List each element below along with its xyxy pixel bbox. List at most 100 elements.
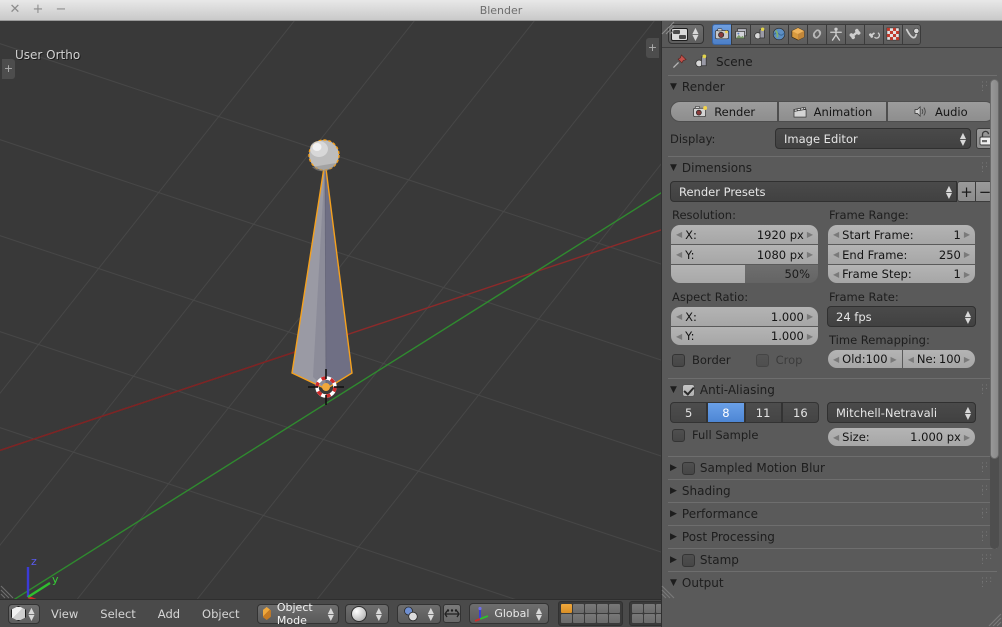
aspect-x-field[interactable]: ◀ X: 1.000 ▶	[670, 306, 819, 326]
audio-button[interactable]: Audio	[886, 101, 995, 122]
arrow-left-icon[interactable]: ◀	[908, 355, 914, 364]
layer-cell[interactable]	[644, 614, 656, 623]
full-sample-checkbox[interactable]	[672, 428, 685, 442]
pin-icon[interactable]	[672, 54, 687, 69]
animation-button[interactable]: Animation	[778, 101, 887, 122]
tab-constraints[interactable]	[807, 23, 826, 45]
panel-header-stamp[interactable]: ▶ Stamp ::::	[662, 549, 1002, 571]
layer-cell[interactable]	[609, 604, 621, 613]
time-remap-old-field[interactable]: ◀ Old: 100 ▶	[827, 349, 903, 369]
layer-cell[interactable]	[632, 604, 644, 613]
arrow-right-icon[interactable]: ▶	[964, 355, 970, 364]
grip-dots-icon[interactable]: ::::	[981, 553, 995, 567]
grip-dots-icon[interactable]: ::::	[981, 576, 995, 590]
sampled-motion-blur-checkbox[interactable]	[681, 461, 695, 475]
tab-texture[interactable]	[883, 23, 902, 45]
tab-physics[interactable]	[902, 23, 921, 45]
menu-view[interactable]: View	[40, 607, 89, 621]
layer-cell[interactable]	[561, 614, 573, 623]
tab-render[interactable]	[712, 23, 731, 45]
aa-filter-dropdown[interactable]: Mitchell-Netravali ▲ ▼	[827, 402, 976, 423]
panel-header-render[interactable]: ▼ Render ::::	[662, 76, 1002, 98]
frame-rate-dropdown[interactable]: 24 fps ▲ ▼	[827, 306, 976, 327]
render-presets-dropdown[interactable]: Render Presets ▲ ▼	[670, 181, 957, 202]
arrow-right-icon[interactable]: ▶	[807, 332, 813, 341]
panel-header-shading[interactable]: ▶ Shading ::::	[662, 480, 1002, 502]
layer-cell[interactable]	[609, 614, 621, 623]
layer-cell[interactable]	[597, 614, 609, 623]
panel-header-post-processing[interactable]: ▶ Post Processing ::::	[662, 526, 1002, 548]
arrow-left-icon[interactable]: ◀	[833, 355, 839, 364]
layer-cell[interactable]	[573, 604, 585, 613]
interaction-mode-selector[interactable]: Object Mode ▲ ▼	[256, 601, 340, 627]
arrow-right-icon[interactable]: ▶	[964, 270, 970, 279]
arrow-right-icon[interactable]: ▶	[964, 230, 970, 239]
layer-cell[interactable]	[644, 604, 656, 613]
panel-header-sampled-motion-blur[interactable]: ▶ Sampled Motion Blur ::::	[662, 457, 1002, 479]
arrow-right-icon[interactable]: ▶	[807, 312, 813, 321]
transform-orientation-selector[interactable]: Global ▲ ▼	[469, 603, 550, 624]
aa-size-field[interactable]: ◀ Size: 1.000 px ▶	[827, 427, 976, 447]
aa-samples-5[interactable]: 5	[670, 402, 708, 423]
end-frame-field[interactable]: ◀ End Frame: 250 ▶	[827, 244, 976, 264]
aspect-y-field[interactable]: ◀ Y: 1.000 ▶	[670, 326, 819, 346]
pivot-point-selector[interactable]: ▲ ▼	[397, 603, 442, 624]
viewport-properties-toggle[interactable]: +	[646, 38, 659, 58]
aa-samples-11[interactable]: 11	[744, 402, 782, 423]
tab-bone[interactable]	[845, 23, 864, 45]
layer-cell[interactable]	[632, 614, 644, 623]
menu-add[interactable]: Add	[147, 607, 191, 621]
tab-bone-constraints[interactable]	[864, 23, 883, 45]
aa-samples-16[interactable]: 16	[781, 402, 819, 423]
tab-scene[interactable]	[750, 23, 769, 45]
editor-type-selector[interactable]: ▲ ▼	[668, 24, 704, 44]
viewport-shading-selector[interactable]: ▲ ▼	[345, 603, 390, 624]
viewport-toolshelf-toggle[interactable]: +	[2, 59, 15, 79]
display-mode-dropdown[interactable]: Image Editor ▲ ▼	[775, 128, 971, 149]
panel-header-antialiasing[interactable]: ▼ Anti-Aliasing ::::	[662, 379, 1002, 401]
add-preset-button[interactable]: +	[957, 181, 976, 202]
scrollbar-thumb[interactable]	[990, 79, 999, 459]
antialiasing-checkbox[interactable]	[681, 383, 695, 397]
aa-samples-8[interactable]: 8	[707, 402, 745, 423]
3d-viewport[interactable]: User Ortho (1) Armature + + z y x	[0, 21, 661, 599]
properties-scrollbar[interactable]	[990, 79, 999, 549]
arrow-right-icon[interactable]: ▶	[891, 355, 897, 364]
arrow-left-icon[interactable]: ◀	[676, 312, 682, 321]
scene-layers-group-1[interactable]	[558, 601, 624, 626]
arrow-left-icon[interactable]: ◀	[676, 332, 682, 341]
resolution-x-field[interactable]: ◀ X: 1920 px ▶	[670, 224, 819, 244]
arrow-left-icon[interactable]: ◀	[833, 230, 839, 239]
arrow-left-icon[interactable]: ◀	[833, 270, 839, 279]
menu-select[interactable]: Select	[89, 607, 146, 621]
render-button[interactable]: Render	[670, 101, 779, 122]
layer-cell[interactable]	[597, 604, 609, 613]
layer-cell[interactable]	[585, 614, 597, 623]
time-remap-new-field[interactable]: ◀ Ne: 100 ▶	[902, 349, 976, 369]
arrow-right-icon[interactable]: ▶	[964, 433, 970, 442]
tab-armature[interactable]	[826, 23, 845, 45]
border-checkbox[interactable]	[672, 353, 685, 367]
layer-cell[interactable]	[573, 614, 585, 623]
menu-object[interactable]: Object	[191, 607, 250, 621]
arrow-left-icon[interactable]: ◀	[676, 230, 682, 239]
tab-render-layers[interactable]	[731, 23, 750, 45]
arrow-left-icon[interactable]: ◀	[833, 433, 839, 442]
frame-step-field[interactable]: ◀ Frame Step: 1 ▶	[827, 264, 976, 284]
arrow-left-icon[interactable]: ◀	[833, 250, 839, 259]
panel-header-performance[interactable]: ▶ Performance ::::	[662, 503, 1002, 525]
stamp-checkbox[interactable]	[681, 553, 695, 567]
arrow-right-icon[interactable]: ▶	[807, 250, 813, 259]
layer-cell[interactable]	[585, 604, 597, 613]
resolution-y-field[interactable]: ◀ Y: 1080 px ▶	[670, 244, 819, 264]
arrow-left-icon[interactable]: ◀	[676, 250, 682, 259]
arrow-right-icon[interactable]: ▶	[964, 250, 970, 259]
layer-cell[interactable]	[561, 604, 573, 613]
editor-type-selector[interactable]: ▲ ▼	[8, 603, 40, 624]
snap-magnet-icon[interactable]	[443, 604, 462, 623]
panel-header-dimensions[interactable]: ▼ Dimensions ::::	[662, 157, 1002, 179]
tab-object[interactable]	[788, 23, 807, 45]
start-frame-field[interactable]: ◀ Start Frame: 1 ▶	[827, 224, 976, 244]
panel-header-output[interactable]: ▼ Output ::::	[662, 572, 1002, 594]
arrow-right-icon[interactable]: ▶	[807, 230, 813, 239]
